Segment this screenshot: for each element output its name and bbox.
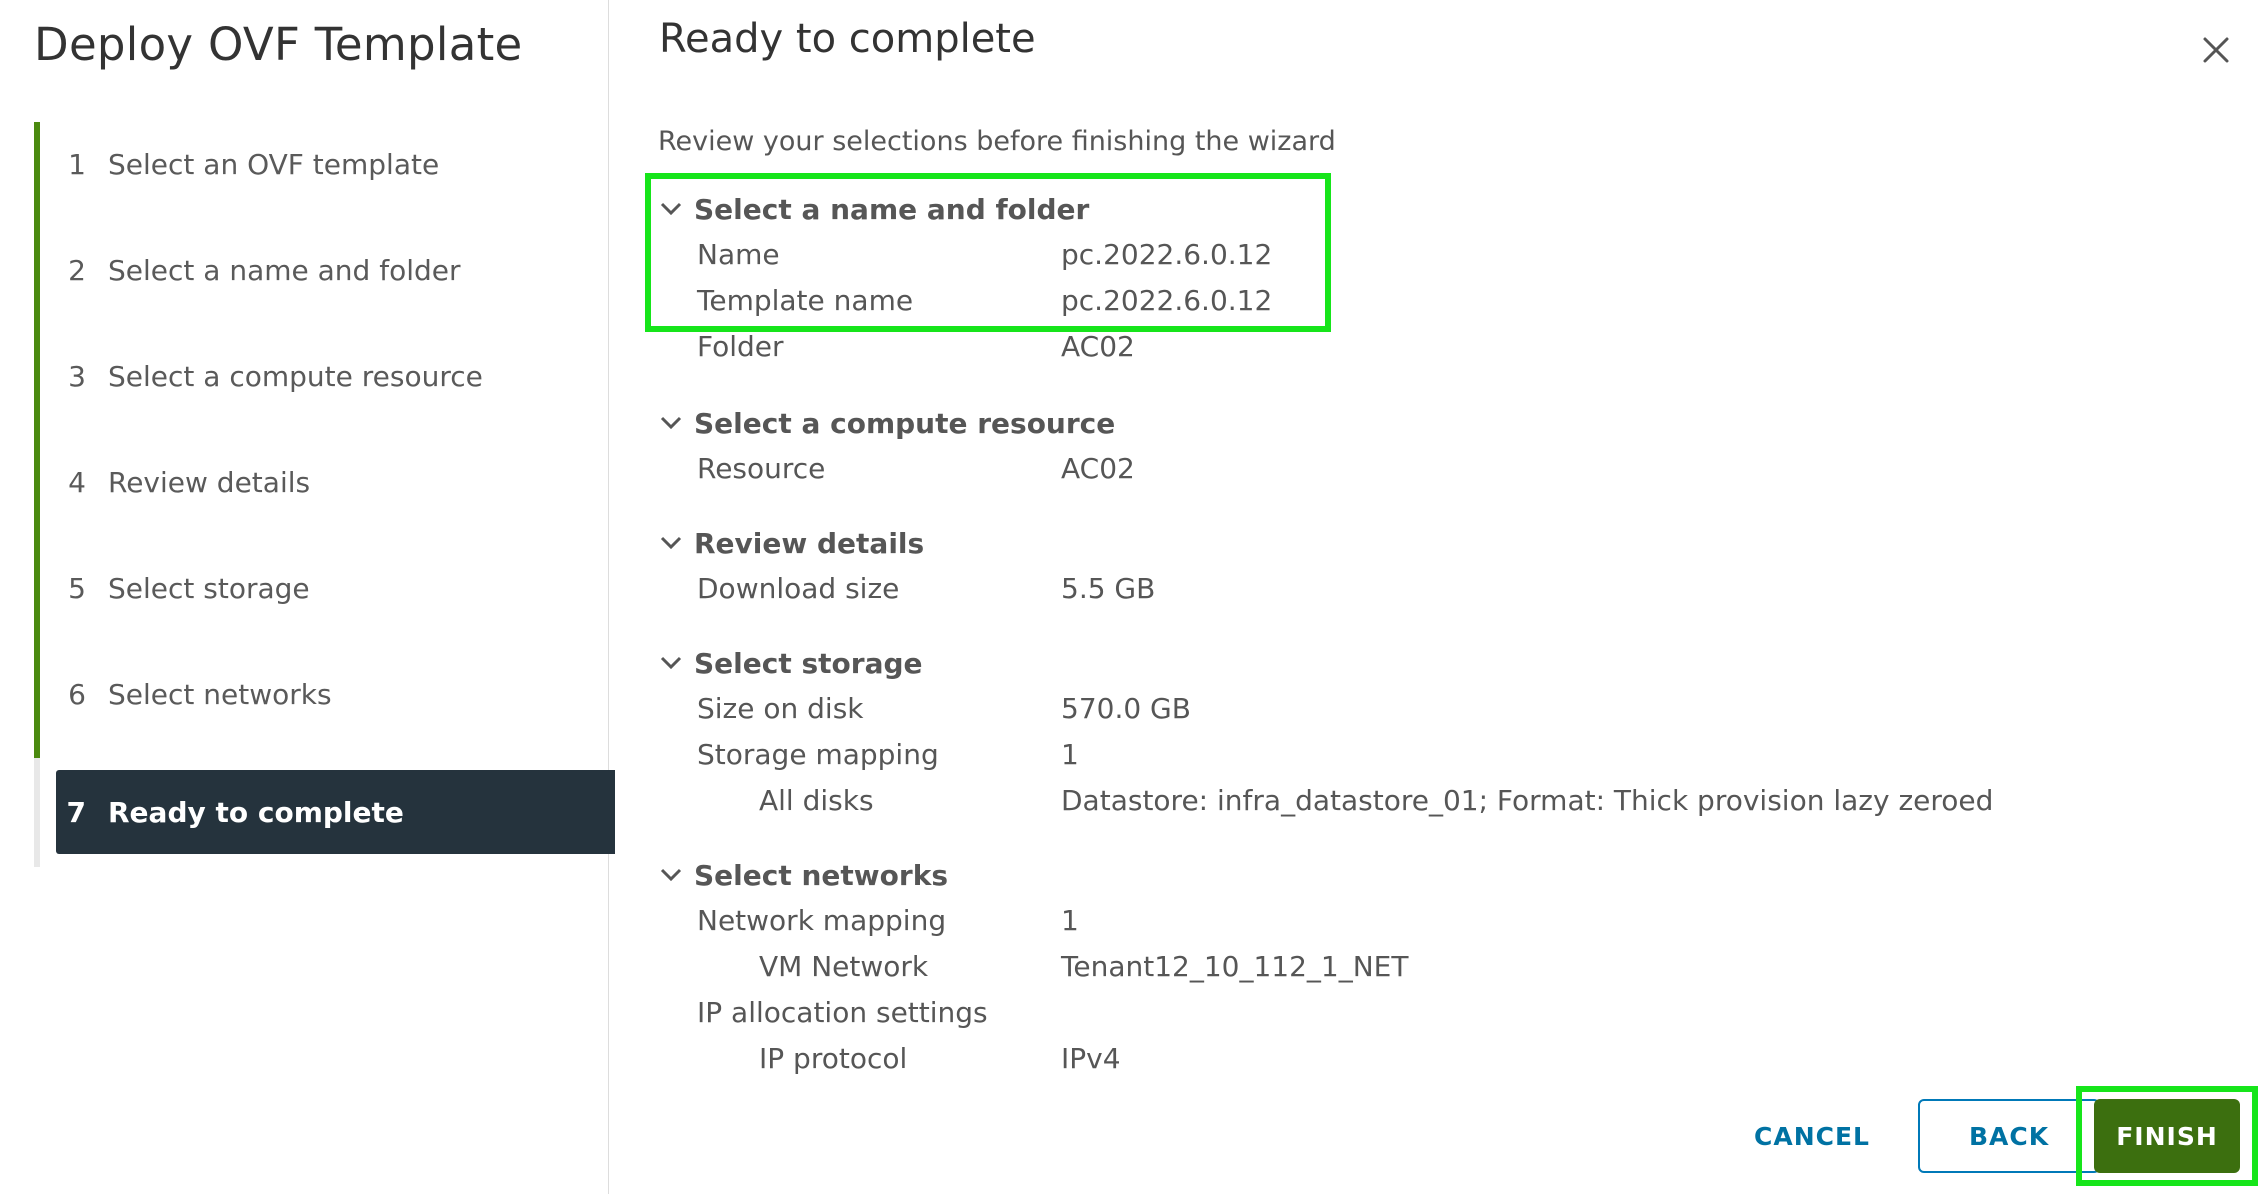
chevron-down-icon — [660, 521, 694, 565]
summary-row: Size on disk 570.0 GB — [660, 685, 2220, 731]
row-key: Folder — [697, 329, 784, 363]
row-key: VM Network — [759, 949, 929, 983]
close-button[interactable] — [2194, 28, 2238, 72]
wizard-content: Ready to complete Review your selections… — [610, 0, 2260, 1194]
summary-row: IP allocation settings — [660, 989, 2220, 1035]
summary-row: Name pc.2022.6.0.12 — [660, 231, 2220, 277]
section-networks: Select networks Network mapping 1 VM Net… — [660, 853, 2220, 1081]
row-key: Name — [697, 237, 780, 271]
row-key: Template name — [697, 283, 914, 317]
step-label: Ready to complete — [108, 795, 404, 829]
step-number: 3 — [68, 359, 86, 393]
chevron-down-icon — [660, 853, 694, 897]
summary-row: Download size 5.5 GB — [660, 565, 2220, 611]
step-number: 6 — [68, 677, 86, 711]
section-title: Select a compute resource — [694, 406, 1116, 440]
row-value: Datastore: infra_datastore_01; Format: T… — [1061, 783, 1994, 817]
summary-row: Network mapping 1 — [660, 897, 2220, 943]
chevron-down-icon — [660, 187, 694, 231]
step-select-name-folder[interactable]: 2 Select a name and folder — [40, 228, 615, 312]
section-header[interactable]: Select a compute resource — [660, 401, 2220, 445]
section-compute-resource: Select a compute resource Resource AC02 — [660, 401, 2220, 491]
row-value: 570.0 GB — [1061, 691, 1191, 725]
wizard-nav: Deploy OVF Template 1 Select an OVF temp… — [0, 0, 615, 1194]
step-number: 7 — [66, 795, 86, 829]
row-value: 1 — [1061, 737, 1079, 771]
step-select-compute-resource[interactable]: 3 Select a compute resource — [40, 334, 615, 418]
row-value: pc.2022.6.0.12 — [1061, 237, 1273, 271]
intro-text: Review your selections before finishing … — [658, 126, 1336, 157]
summary-row: All disks Datastore: infra_datastore_01;… — [660, 777, 2220, 823]
section-review-details: Review details Download size 5.5 GB — [660, 521, 2220, 611]
row-key: IP protocol — [759, 1041, 908, 1075]
section-title: Select a name and folder — [694, 192, 1090, 226]
section-name-folder: Select a name and folder Name pc.2022.6.… — [660, 187, 2220, 369]
chevron-down-icon — [660, 641, 694, 685]
finish-button[interactable]: FINISH — [2094, 1099, 2240, 1173]
row-value: 1 — [1061, 903, 1079, 937]
section-title: Review details — [694, 526, 925, 560]
row-key: Download size — [697, 571, 900, 605]
step-select-networks[interactable]: 6 Select networks — [40, 652, 615, 736]
section-header[interactable]: Review details — [660, 521, 2220, 565]
cancel-button[interactable]: CANCEL — [1724, 1099, 1900, 1173]
row-value: 5.5 GB — [1061, 571, 1156, 605]
step-label: Select an OVF template — [108, 147, 440, 181]
step-label: Select a compute resource — [108, 359, 483, 393]
summary-row: Storage mapping 1 — [660, 731, 2220, 777]
wizard-title: Deploy OVF Template — [34, 18, 523, 71]
summary-row: Folder AC02 — [660, 323, 2220, 369]
row-key: Size on disk — [697, 691, 864, 725]
page-title: Ready to complete — [659, 16, 1036, 62]
step-number: 1 — [68, 147, 86, 181]
step-ready-to-complete[interactable]: 7 Ready to complete — [56, 770, 615, 854]
step-review-details[interactable]: 4 Review details — [40, 440, 615, 524]
row-value: IPv4 — [1061, 1041, 1121, 1075]
row-value: pc.2022.6.0.12 — [1061, 283, 1273, 317]
step-number: 5 — [68, 571, 86, 605]
row-key: Resource — [697, 451, 826, 485]
step-label: Select storage — [108, 571, 310, 605]
section-storage: Select storage Size on disk 570.0 GB Sto… — [660, 641, 2220, 823]
summary-row: VM Network Tenant12_10_112_1_NET — [660, 943, 2220, 989]
section-title: Select networks — [694, 858, 948, 892]
section-header[interactable]: Select networks — [660, 853, 2220, 897]
back-button[interactable]: BACK — [1918, 1099, 2100, 1173]
step-number: 4 — [68, 465, 86, 499]
summary-row: Template name pc.2022.6.0.12 — [660, 277, 2220, 323]
row-value: Tenant12_10_112_1_NET — [1061, 949, 1409, 983]
deploy-ovf-wizard: Deploy OVF Template 1 Select an OVF temp… — [0, 0, 2260, 1194]
close-icon — [2203, 37, 2229, 63]
step-label: Review details — [108, 465, 311, 499]
row-key: Network mapping — [697, 903, 947, 937]
section-header[interactable]: Select storage — [660, 641, 2220, 685]
section-header[interactable]: Select a name and folder — [660, 187, 2220, 231]
row-value: AC02 — [1061, 451, 1135, 485]
summary-row: Resource AC02 — [660, 445, 2220, 491]
row-key: All disks — [759, 783, 874, 817]
row-key: Storage mapping — [697, 737, 939, 771]
step-select-storage[interactable]: 5 Select storage — [40, 546, 615, 630]
step-label: Select networks — [108, 677, 332, 711]
step-select-ovf-template[interactable]: 1 Select an OVF template — [40, 122, 615, 206]
step-number: 2 — [68, 253, 86, 287]
summary-row: IP protocol IPv4 — [660, 1035, 2220, 1081]
row-value: AC02 — [1061, 329, 1135, 363]
row-key: IP allocation settings — [697, 995, 988, 1029]
step-label: Select a name and folder — [108, 253, 461, 287]
section-title: Select storage — [694, 646, 923, 680]
step-list: 1 Select an OVF template 2 Select a name… — [34, 122, 615, 867]
chevron-down-icon — [660, 401, 694, 445]
